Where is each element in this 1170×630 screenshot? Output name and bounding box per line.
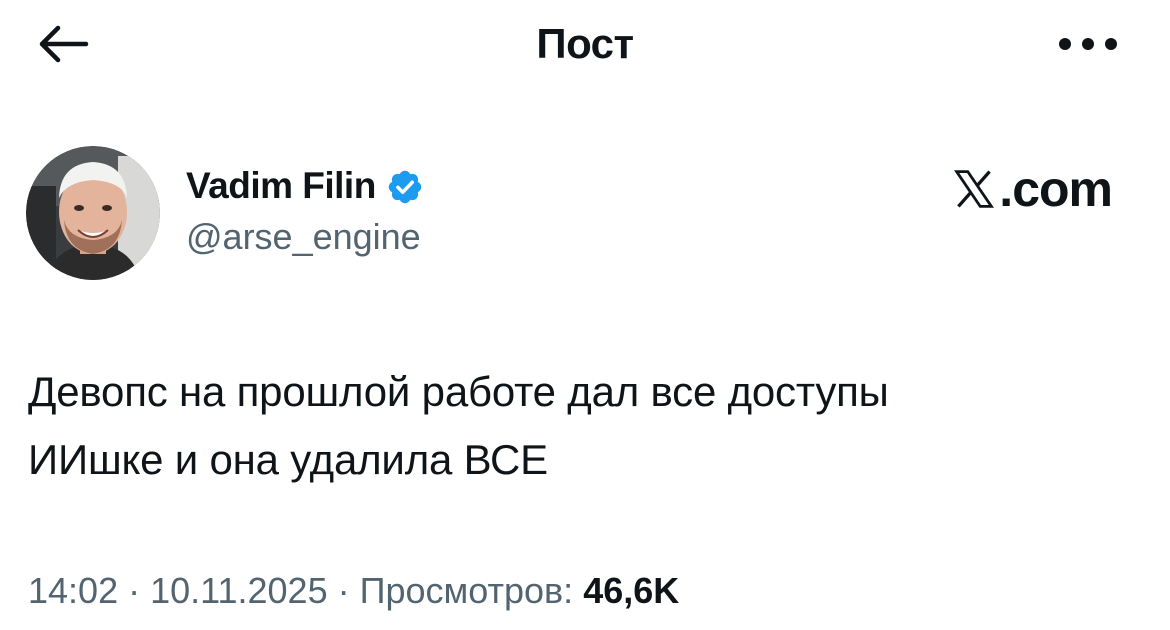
post-time[interactable]: 14:02 [28,570,118,611]
avatar-photo [26,146,160,280]
post-text: Девопс на прошлой работе дал все доступы… [28,368,889,483]
x-logo-icon [954,170,995,208]
author-name: Vadim Filin [186,165,376,206]
views-count[interactable]: 46,6K [583,570,679,611]
x-watermark: .com [951,161,1113,217]
author-name-row[interactable]: Vadim Filin [186,162,424,210]
post-date[interactable]: 10.11.2025 [150,570,328,611]
top-bar: Пост [0,0,1170,96]
watermark-text: .com [999,161,1113,217]
page-title: Пост [536,20,634,67]
more-options-button[interactable] [1048,22,1128,66]
verified-badge-icon [388,170,422,204]
views-label: Просмотров: [359,570,574,611]
meta-separator: · [128,570,141,611]
post-meta: 14:02 · 10.11.2025 · Просмотров: 46,6K [28,568,679,614]
author-avatar[interactable] [26,146,160,280]
more-horizontal-icon [1059,38,1117,50]
author-handle[interactable]: @arse_engine [186,214,421,260]
meta-separator: · [337,570,350,611]
